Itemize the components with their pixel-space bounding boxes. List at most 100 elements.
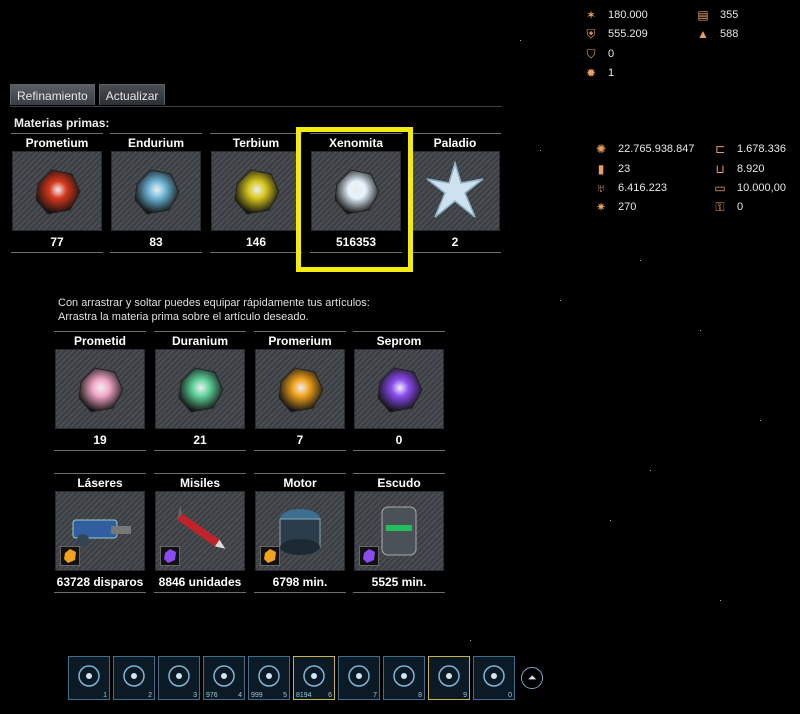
slot-title: Seprom: [353, 331, 445, 349]
action-slot-4[interactable]: 976 4: [203, 656, 245, 700]
prometid-icon[interactable]: [55, 349, 145, 429]
action-slot-5[interactable]: 999 5: [248, 656, 290, 700]
slot-title: Motor: [254, 473, 346, 491]
action-slot-7[interactable]: 7: [338, 656, 380, 700]
action-slot-0[interactable]: 0: [473, 656, 515, 700]
rocket-icon[interactable]: [155, 491, 245, 571]
raw_materials-slot-paladio[interactable]: Paladio 2: [409, 133, 501, 253]
hotkey-number: 1: [103, 692, 107, 699]
stat-item: ▤ 355: [696, 8, 738, 22]
slot-title: Terbium: [210, 133, 302, 151]
formation-icon: [348, 665, 370, 687]
slot-title: Escudo: [353, 473, 445, 491]
stat-item: ✺ 22.765.938.847: [594, 142, 695, 156]
raw_materials-slot-terbium[interactable]: Terbium 146: [210, 133, 302, 253]
slot-value: 83: [110, 231, 202, 253]
cargo-icon: ▤: [697, 8, 709, 22]
slot-title: Misiles: [154, 473, 246, 491]
raw_materials-slot-prometium[interactable]: Prometium 77: [11, 133, 103, 253]
explosion-icon: ✷: [595, 200, 607, 214]
stat-item: ✶ 180.000: [584, 8, 648, 22]
stat-item: ⛨ 555.209: [584, 27, 648, 41]
action-slot-8[interactable]: 8: [383, 656, 425, 700]
promerium-badge-icon: [260, 546, 280, 566]
formation-icon: [393, 665, 415, 687]
refined-slot-duranium[interactable]: Duranium 21: [154, 331, 246, 451]
ammo-icon: ▭: [714, 181, 726, 195]
action-bar: 1 2 3 976 4 999 5 8194 6 7 8 9 0 ⏶: [68, 656, 543, 700]
divider: [10, 106, 502, 107]
rocket-item-icon: [258, 665, 280, 687]
hotkey-number: 3: [193, 692, 197, 699]
action-slot-9[interactable]: 9: [428, 656, 470, 700]
slot-value: 146: [210, 231, 302, 253]
stat-item: ⊏ 1.678.336: [713, 142, 786, 156]
stat-item: ▲ 588: [696, 27, 738, 41]
refined-slot-prometid[interactable]: Prometid 19: [54, 331, 146, 451]
raw-materials-label: Materias primas:: [14, 116, 110, 130]
shield-generator-icon[interactable]: [354, 491, 444, 571]
action-slot-1[interactable]: 1: [68, 656, 110, 700]
formation-icon: [438, 665, 460, 687]
drone-formation-icon: [78, 665, 100, 687]
equipment-slot-escudo[interactable]: Escudo 5525 min.: [353, 473, 445, 593]
stat-value: 588: [720, 28, 739, 40]
equipment-slot-lseres[interactable]: Láseres 63728 disparos: [54, 473, 146, 593]
experience-icon: ✺: [595, 142, 607, 156]
action-slot-3[interactable]: 3: [158, 656, 200, 700]
terbium-icon[interactable]: [211, 151, 301, 231]
action-slot-2[interactable]: 2: [113, 656, 155, 700]
slot-title: Paladio: [409, 133, 501, 151]
laser-icon[interactable]: [55, 491, 145, 571]
equipment-slot-motor[interactable]: Motor 6798 min.: [254, 473, 346, 593]
stat-item: ✷ 270: [594, 200, 636, 214]
slot-title: Prometium: [11, 133, 103, 151]
credits-icon: ⊏: [714, 142, 726, 156]
stat-value: 1.678.336: [737, 143, 786, 155]
endurium-icon[interactable]: [111, 151, 201, 231]
stat-value: 0: [608, 48, 615, 60]
item-quantity: 999: [251, 692, 263, 699]
slot-title: Duranium: [154, 331, 246, 349]
stat-value: 8.920: [737, 163, 765, 175]
chevron-up-icon[interactable]: ⏶: [521, 667, 543, 689]
slot-title: Promerium: [254, 331, 346, 349]
stat-value: 555.209: [608, 28, 648, 40]
slot-value: 0: [353, 429, 445, 451]
stat-item: ⛉ 0: [584, 47, 614, 61]
item-quantity: 976: [206, 692, 218, 699]
slot-value: 19: [54, 429, 146, 451]
refined-slot-seprom[interactable]: Seprom 0: [353, 331, 445, 451]
shield-icon: ⛨: [586, 27, 596, 41]
stat-value: 10.000,00: [737, 182, 786, 194]
prometium-icon[interactable]: [12, 151, 102, 231]
help-text: Con arrastrar y soltar puedes equipar rá…: [58, 296, 370, 324]
stat-item: ⚿ 0: [713, 200, 743, 214]
stat-value: 0: [737, 201, 744, 213]
hotkey-number: 0: [508, 692, 512, 699]
engine-icon[interactable]: [255, 491, 345, 571]
ship-icon: ▲: [697, 27, 709, 41]
stat-value: 180.000: [608, 9, 648, 21]
action-slot-6[interactable]: 8194 6: [293, 656, 335, 700]
equipment-slot-misiles[interactable]: Misiles 8846 unidades: [154, 473, 246, 593]
help-line-1: Con arrastrar y soltar puedes equipar rá…: [58, 297, 370, 309]
refined-slot-promerium[interactable]: Promerium 7: [254, 331, 346, 451]
raw_materials-slot-endurium[interactable]: Endurium 83: [110, 133, 202, 253]
paladio-icon[interactable]: [410, 151, 500, 231]
target-icon: [123, 665, 145, 687]
key-icon: ⚿: [715, 200, 725, 214]
slot-title: Láseres: [54, 473, 146, 491]
help-line-2: Arrastra la materia prima sobre el artíc…: [58, 311, 309, 323]
level-icon: ▮: [597, 162, 605, 176]
slot-value: 77: [11, 231, 103, 253]
stat-value: 22.765.938.847: [618, 143, 695, 155]
gear-icon: ✹: [585, 66, 597, 80]
hotkey-number: 7: [373, 692, 377, 699]
promerium-icon[interactable]: [255, 349, 345, 429]
tab-refinement[interactable]: Refinamiento: [10, 84, 95, 105]
seprom-icon[interactable]: [354, 349, 444, 429]
slot-title: Endurium: [110, 133, 202, 151]
tab-upgrade[interactable]: Actualizar: [98, 84, 166, 105]
duranium-icon[interactable]: [155, 349, 245, 429]
